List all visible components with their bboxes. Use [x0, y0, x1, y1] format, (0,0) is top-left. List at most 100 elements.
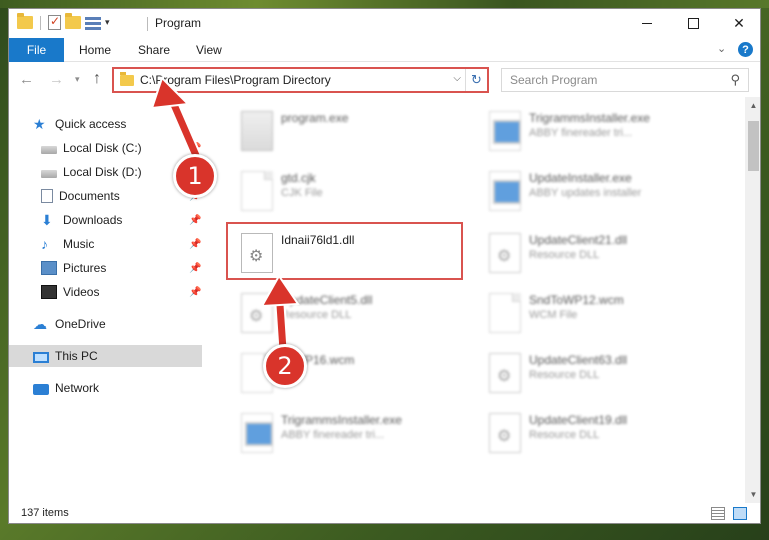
sidebar-item-label: This PC — [55, 349, 98, 363]
dll-file-icon: ⚙ — [489, 353, 521, 393]
ribbon-tabs: File Home Share View ⌄ ? — [9, 38, 760, 62]
tab-home[interactable]: Home — [79, 38, 111, 62]
file-name: SndToWP12.wcm — [529, 293, 624, 307]
address-history-chevron-icon[interactable]: ⌵ — [453, 73, 461, 84]
large-icons-view-icon[interactable] — [733, 507, 747, 520]
list-item[interactable]: ⚙ UpdateClient19.dll Resource DLL — [481, 405, 721, 463]
list-item[interactable]: ⚙ UpdateClient21.dll Resource DLL — [481, 225, 721, 283]
chevron-down-icon[interactable]: ▾ — [105, 17, 110, 28]
sidebar-item-documents[interactable]: Documents 📌 — [9, 185, 202, 207]
highlight-frame — [226, 222, 463, 280]
file-type: Resource DLL — [529, 369, 600, 381]
sidebar-item-label: Local Disk (D:) — [63, 165, 142, 179]
file-type: ABBY updates installer — [529, 187, 642, 199]
dll-file-icon: ⚙ — [241, 293, 273, 333]
installer-icon — [241, 413, 273, 453]
up-arrow-icon[interactable]: ↑ — [93, 70, 101, 88]
search-icon[interactable]: ⚲ — [730, 72, 740, 88]
pictures-icon — [41, 261, 57, 275]
minimize-button[interactable] — [624, 9, 670, 37]
file-icon — [241, 171, 273, 211]
list-item[interactable]: ⚙ UpdateClient5.dll Resource DLL — [233, 285, 473, 343]
item-count: 137 items — [21, 507, 69, 519]
file-name: TrigrammsInstaller.exe — [281, 413, 402, 427]
file-type: Resource DLL — [529, 429, 600, 441]
back-arrow-icon[interactable]: ← — [19, 71, 34, 88]
file-name: gtd.cjk — [281, 171, 316, 185]
file-type: Resource DLL — [281, 309, 352, 321]
pin-icon[interactable]: 📌 — [189, 263, 201, 274]
close-button[interactable]: ✕ — [716, 9, 760, 37]
sidebar-item-local-disk-c[interactable]: Local Disk (C:) 📌 — [9, 137, 202, 159]
sidebar-item-quick-access[interactable]: ★ Quick access — [9, 113, 202, 135]
pin-icon[interactable]: 📌 — [189, 143, 201, 154]
navigation-pane: ★ Quick access Local Disk (C:) 📌 Local D… — [9, 97, 205, 503]
file-list: program.exe gtd.cjk CJK File ⚙ Idnaii76l… — [205, 97, 745, 503]
list-item[interactable]: gtd.cjk CJK File — [233, 163, 473, 221]
list-item[interactable]: TrigrammsInstaller.exe ABBY finereader t… — [481, 103, 721, 161]
folder-icon[interactable] — [17, 13, 33, 29]
sidebar-item-videos[interactable]: Videos 📌 — [9, 281, 202, 303]
file-name: program.exe — [281, 111, 349, 125]
step-2-badge: 2 — [263, 344, 307, 388]
scroll-up-arrow-icon[interactable]: ▲ — [745, 97, 760, 114]
scroll-down-arrow-icon[interactable]: ▼ — [745, 486, 760, 503]
step-1-badge: 1 — [173, 154, 217, 198]
computer-icon — [33, 351, 49, 363]
download-icon: ⬇ — [41, 212, 53, 228]
sidebar-item-this-pc[interactable]: This PC — [9, 345, 202, 367]
sidebar-item-music[interactable]: ♪ Music 📌 — [9, 233, 202, 255]
navigation-bar: ← → ▾ ↑ C:\Program Files\Program Directo… — [9, 63, 760, 97]
sidebar-item-downloads[interactable]: ⬇ Downloads 📌 — [9, 209, 202, 231]
list-item[interactable]: TrigrammsInstaller.exe ABBY finereader t… — [233, 405, 473, 463]
quick-access-toolbar: ▾ — [17, 13, 110, 30]
tab-file[interactable]: File — [9, 38, 64, 62]
vertical-scrollbar[interactable]: ▲ ▼ — [745, 97, 760, 503]
drive-icon — [41, 170, 57, 178]
list-item[interactable]: SndToWP12.wcm WCM File — [481, 285, 721, 343]
sidebar-item-label: Quick access — [55, 117, 127, 131]
expand-ribbon-chevron-icon[interactable]: ⌄ — [717, 42, 726, 55]
sidebar-item-onedrive[interactable]: ☁ OneDrive — [9, 313, 202, 335]
search-placeholder: Search Program — [510, 73, 598, 87]
list-item[interactable]: UpdateInstaller.exe ABBY updates install… — [481, 163, 721, 221]
sidebar-item-pictures[interactable]: Pictures 📌 — [9, 257, 202, 279]
sidebar-item-label: Downloads — [63, 213, 123, 227]
file-type: Resource DLL — [529, 249, 600, 261]
title-bar: ▾ Program ✕ — [9, 9, 760, 37]
details-view-icon[interactable] — [711, 507, 725, 520]
list-item[interactable]: program.exe — [233, 103, 473, 161]
tab-share[interactable]: Share — [138, 38, 170, 62]
address-bar[interactable]: C:\Program Files\Program Directory ⌵ ↻ — [112, 67, 489, 93]
new-folder-icon[interactable] — [65, 13, 81, 29]
star-icon: ★ — [33, 116, 46, 132]
list-item[interactable]: ⚙ UpdateClient63.dll Resource DLL — [481, 345, 721, 403]
customize-view-icon[interactable] — [85, 16, 101, 30]
recent-locations-chevron-icon[interactable]: ▾ — [75, 74, 80, 85]
scrollbar-thumb[interactable] — [748, 121, 759, 171]
installer-icon — [489, 111, 521, 151]
file-name: UpdateClient63.dll — [529, 353, 628, 367]
address-path[interactable]: C:\Program Files\Program Directory — [140, 73, 331, 87]
pin-icon[interactable]: 📌 — [189, 287, 201, 298]
network-icon — [33, 383, 49, 395]
sidebar-item-label: Network — [55, 381, 100, 395]
help-icon[interactable]: ? — [738, 42, 753, 57]
forward-arrow-icon[interactable]: → — [49, 71, 64, 88]
properties-check-icon[interactable] — [48, 14, 61, 30]
maximize-button[interactable] — [670, 9, 716, 37]
status-bar: 137 items — [9, 503, 760, 523]
pin-icon[interactable]: 📌 — [189, 239, 201, 250]
sidebar-item-label: Documents — [59, 189, 120, 203]
pin-icon[interactable]: 📌 — [189, 215, 201, 226]
sidebar-item-network[interactable]: Network — [9, 377, 202, 399]
search-input[interactable]: Search Program ⚲ — [501, 68, 749, 92]
music-icon: ♪ — [41, 236, 48, 252]
file-type: WCM File — [529, 309, 578, 321]
window-title: Program — [155, 16, 202, 30]
tab-view[interactable]: View — [196, 38, 222, 62]
refresh-icon[interactable]: ↻ — [465, 69, 487, 91]
cloud-icon: ☁ — [33, 316, 47, 332]
file-type: ABBY finereader tri... — [281, 429, 385, 441]
sidebar-item-label: Pictures — [63, 261, 107, 275]
